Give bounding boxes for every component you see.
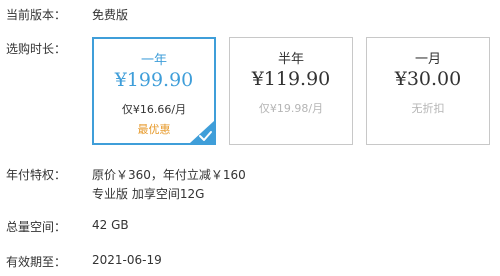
expiry-label: 有效期至：	[6, 255, 67, 269]
total-space-label: 总量空间：	[6, 220, 67, 234]
duration-label: 选购时长：	[6, 42, 67, 56]
plan-price: ¥199.90	[114, 69, 194, 91]
total-space-value: 42 GB	[92, 218, 129, 232]
plan-name: 半年	[277, 52, 304, 67]
plan-card-half-year[interactable]: 半年 ¥119.90 仅¥19.98/月	[229, 37, 353, 145]
current-version-label: 当前版本：	[6, 8, 67, 22]
plan-monthly-price: 仅¥16.66/月	[121, 103, 187, 116]
plan-card-one-year[interactable]: 一年 ¥199.90 仅¥16.66/月 最优惠	[92, 37, 216, 145]
plan-monthly-price: 无折扣	[411, 102, 445, 115]
current-version-value: 免费版	[92, 8, 129, 22]
plan-price: ¥30.00	[394, 68, 462, 90]
plan-name: 一月	[414, 52, 441, 67]
plan-card-one-month[interactable]: 一月 ¥30.00 无折扣	[366, 37, 490, 145]
plan-monthly-price: 仅¥19.98/月	[258, 102, 324, 115]
check-icon	[190, 121, 214, 143]
annual-benefits-line2: 专业版 加享空间12G	[92, 187, 205, 201]
expiry-value: 2021-06-19	[92, 253, 162, 267]
annual-benefits-label: 年付特权：	[6, 168, 67, 182]
plan-price: ¥119.90	[251, 68, 331, 90]
plan-name: 一年	[140, 53, 167, 68]
annual-benefits-line1: 原价￥360，年付立减￥160	[92, 168, 246, 182]
